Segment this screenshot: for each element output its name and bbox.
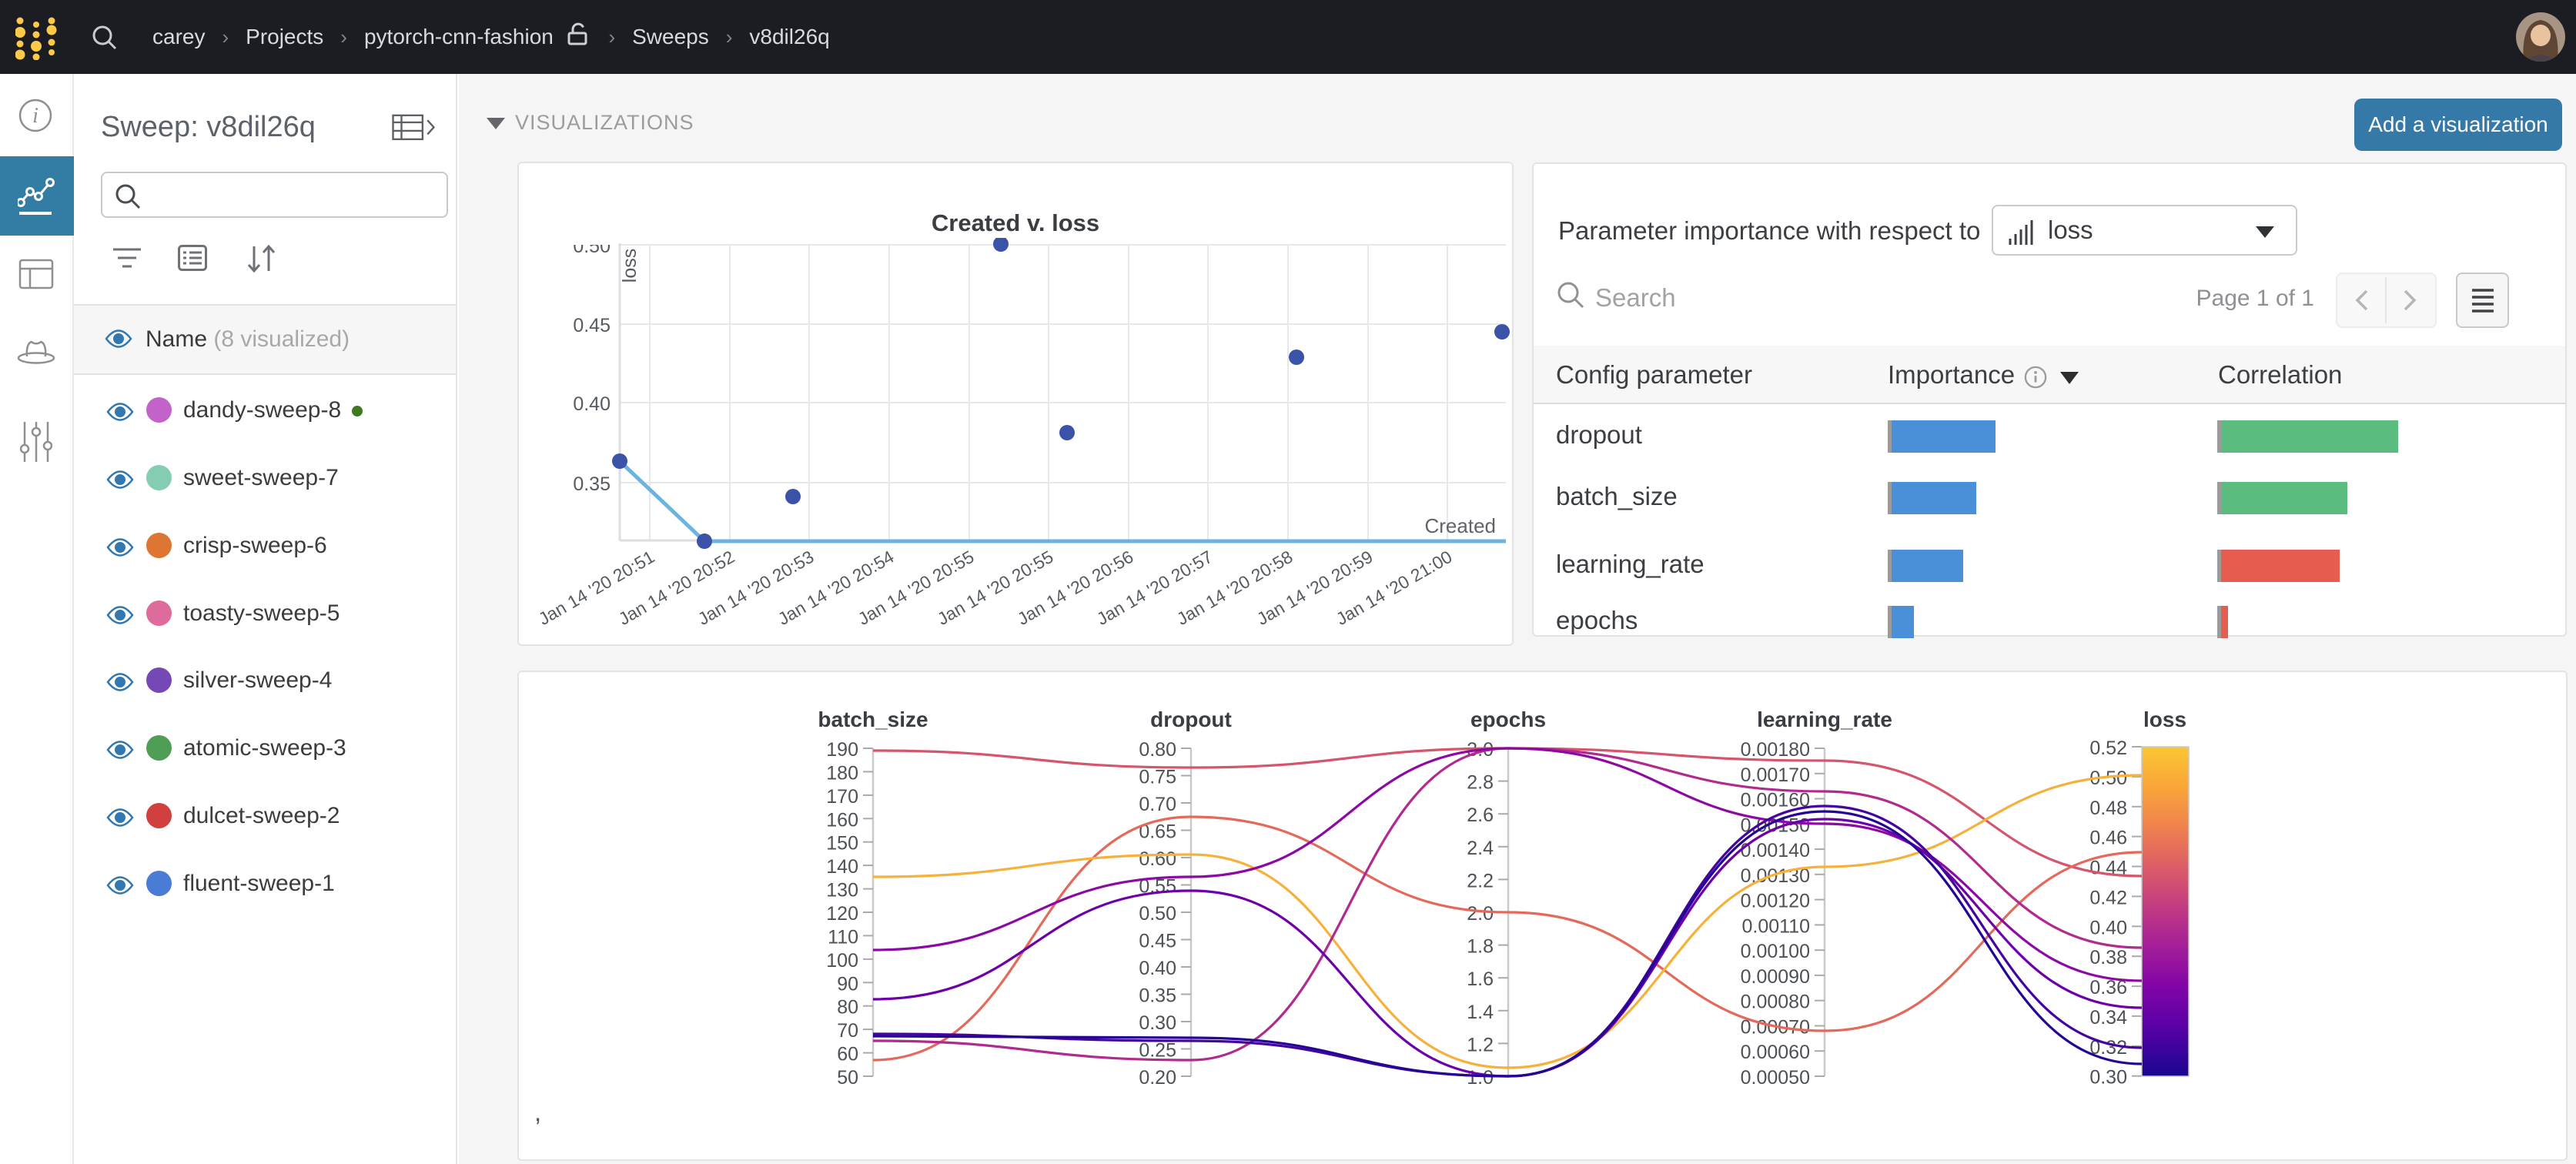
svg-text:160: 160	[826, 809, 858, 831]
svg-text:Created v. loss: Created v. loss	[932, 209, 1099, 236]
svg-text:0.80: 0.80	[1139, 739, 1176, 761]
svg-text:0.40: 0.40	[573, 393, 611, 415]
svg-text:0.00050: 0.00050	[1741, 1067, 1810, 1089]
svg-text:i: i	[32, 104, 38, 128]
svg-text:0.60: 0.60	[1139, 848, 1176, 870]
svg-text:epochs: epochs	[1470, 707, 1546, 731]
svg-text:0.48: 0.48	[2089, 798, 2127, 819]
svg-text:0.30: 0.30	[2089, 1067, 2127, 1089]
svg-text:0.70: 0.70	[1139, 794, 1176, 815]
svg-text:loss: loss	[2143, 707, 2186, 731]
svg-text:0.00180: 0.00180	[1741, 739, 1810, 761]
svg-text:0.50: 0.50	[1139, 903, 1176, 925]
svg-text:2.8: 2.8	[1467, 772, 1494, 794]
svg-text:loss: loss	[619, 249, 641, 283]
svg-text:140: 140	[826, 856, 858, 878]
svg-text:0.35: 0.35	[1139, 985, 1176, 1007]
svg-text:110: 110	[828, 926, 858, 948]
svg-text:0.45: 0.45	[1139, 931, 1176, 952]
svg-text:60: 60	[837, 1044, 858, 1065]
svg-text:0.40: 0.40	[2089, 917, 2127, 938]
svg-text:batch_size: batch_size	[818, 707, 928, 731]
svg-text:130: 130	[826, 880, 858, 901]
svg-text:1.4: 1.4	[1467, 1002, 1494, 1023]
svg-text:170: 170	[826, 786, 858, 808]
svg-text:0.00110: 0.00110	[1741, 915, 1810, 937]
svg-text:0.52: 0.52	[2089, 738, 2127, 759]
svg-text:dropout: dropout	[1150, 707, 1232, 731]
svg-text:0.30: 0.30	[1139, 1012, 1176, 1034]
svg-text:70: 70	[837, 1020, 858, 1042]
svg-text:2.6: 2.6	[1467, 804, 1494, 826]
svg-text:0.38: 0.38	[2089, 947, 2127, 968]
svg-text:0.25: 0.25	[1139, 1040, 1176, 1062]
svg-text:Created: Created	[1425, 514, 1497, 537]
svg-text:0.40: 0.40	[1139, 958, 1176, 979]
svg-text:0.00080: 0.00080	[1741, 992, 1810, 1013]
svg-text:180: 180	[826, 762, 858, 784]
svg-text:90: 90	[837, 973, 858, 995]
svg-text:50: 50	[837, 1067, 858, 1089]
svg-text:1.0: 1.0	[1467, 1067, 1494, 1089]
svg-text:190: 190	[826, 739, 858, 761]
svg-text:0.45: 0.45	[573, 315, 611, 336]
svg-text:0.00170: 0.00170	[1741, 764, 1810, 786]
svg-text:2.2: 2.2	[1467, 870, 1494, 891]
svg-text:0.00100: 0.00100	[1741, 941, 1810, 962]
svg-text:0.00120: 0.00120	[1741, 891, 1810, 912]
svg-text:2.0: 2.0	[1467, 903, 1494, 925]
svg-text:0.20: 0.20	[1139, 1067, 1176, 1089]
svg-text:0.50: 0.50	[573, 236, 611, 257]
svg-text:0.75: 0.75	[1139, 767, 1176, 788]
svg-text:1.6: 1.6	[1467, 968, 1494, 990]
svg-text:0.35: 0.35	[573, 473, 611, 495]
svg-text:0.46: 0.46	[2089, 828, 2127, 849]
svg-text:0.42: 0.42	[2089, 887, 2127, 908]
svg-text:100: 100	[826, 950, 858, 972]
svg-text:,: ,	[534, 1098, 541, 1126]
svg-text:0.34: 0.34	[2089, 1007, 2127, 1029]
svg-text:0.00060: 0.00060	[1741, 1042, 1810, 1063]
svg-text:1.8: 1.8	[1467, 936, 1494, 958]
svg-text:2.4: 2.4	[1467, 838, 1494, 859]
svg-text:1.2: 1.2	[1467, 1034, 1494, 1055]
svg-text:150: 150	[826, 833, 858, 855]
svg-text:0.00090: 0.00090	[1741, 966, 1810, 988]
svg-text:learning_rate: learning_rate	[1757, 707, 1892, 731]
svg-text:80: 80	[837, 997, 858, 1018]
svg-text:120: 120	[826, 903, 858, 925]
